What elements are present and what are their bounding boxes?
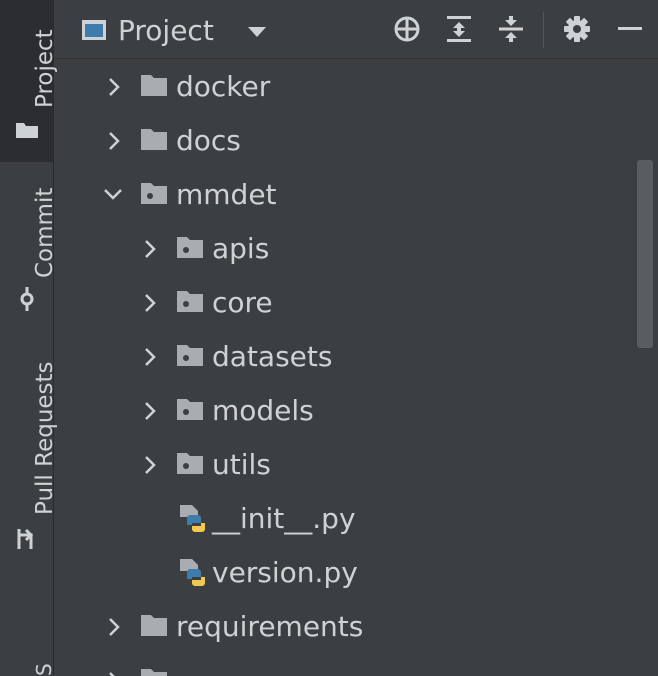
tree-node-docker[interactable]: docker <box>54 60 634 114</box>
tree-node-label: __init__.py <box>212 502 356 535</box>
tree-node-label: datasets <box>212 340 333 373</box>
settings-button[interactable] <box>558 0 596 58</box>
pull-request-icon <box>17 528 34 549</box>
tree-node-utils[interactable]: utils <box>54 438 634 492</box>
tree-node-models[interactable]: models <box>54 384 634 438</box>
expand-all-icon <box>447 16 471 42</box>
tree-node-mmdet[interactable]: mmdet <box>54 168 634 222</box>
select-opened-file-button[interactable] <box>388 0 426 58</box>
folder-icon <box>141 669 167 676</box>
tree-node-init-py[interactable]: __init__.py <box>54 492 634 546</box>
collapse-all-button[interactable] <box>492 0 530 58</box>
vertical-scrollbar[interactable] <box>637 160 653 348</box>
tree-node-docs[interactable]: docs <box>54 114 634 168</box>
commit-icon <box>20 287 34 311</box>
tool-tab-project[interactable]: Project <box>0 0 58 162</box>
tree-node-label: apis <box>212 232 270 265</box>
tree-node-label: requirements <box>176 610 364 643</box>
chevron-right-icon[interactable] <box>104 600 126 654</box>
tree-node-label: docs <box>176 124 241 157</box>
folder-icon <box>141 129 167 150</box>
tool-tab-pull-requests[interactable]: Pull Requests <box>0 340 58 555</box>
tree-node-partial[interactable] <box>54 654 634 676</box>
panel-title[interactable]: Project <box>118 14 214 47</box>
tool-tab-structure[interactable]: S <box>0 655 53 676</box>
tree-node-label: models <box>212 394 314 427</box>
package-folder-icon <box>177 345 203 366</box>
tree-node-apis[interactable]: apis <box>54 222 634 276</box>
chevron-right-icon[interactable] <box>140 438 162 492</box>
tree-node-label: docker <box>176 70 271 103</box>
tree-node-version-py[interactable]: version.py <box>54 546 634 600</box>
tool-window-strip: Project Commit Pull Requests S <box>0 0 58 676</box>
package-folder-icon <box>177 453 203 474</box>
package-folder-icon <box>141 183 167 204</box>
header-divider <box>543 12 544 48</box>
crosshair-icon <box>394 16 420 42</box>
chevron-right-icon[interactable] <box>104 60 126 114</box>
tool-tab-commit[interactable]: Commit <box>0 170 58 320</box>
folder-icon <box>141 75 167 96</box>
tree-node-label: version.py <box>212 556 358 589</box>
project-tree: docker docs mmdet apis core datasets mod… <box>54 59 658 676</box>
package-folder-icon <box>177 237 203 258</box>
expand-all-button[interactable] <box>440 0 478 58</box>
folder-icon <box>16 123 38 138</box>
chevron-right-icon[interactable] <box>140 384 162 438</box>
collapse-all-icon <box>499 16 523 42</box>
python-file-icon <box>180 505 205 532</box>
minimize-icon <box>618 27 642 30</box>
tool-tab-structure-label: S <box>32 663 53 676</box>
folder-icon <box>141 615 167 636</box>
chevron-down-icon[interactable] <box>248 27 266 37</box>
python-file-icon <box>180 559 205 586</box>
project-panel-header: Project <box>54 0 658 59</box>
tree-node-datasets[interactable]: datasets <box>54 330 634 384</box>
chevron-right-icon[interactable] <box>140 222 162 276</box>
chevron-right-icon[interactable] <box>140 276 162 330</box>
tree-node-label: mmdet <box>176 178 277 211</box>
hide-panel-button[interactable] <box>611 0 649 58</box>
tree-node-requirements[interactable]: requirements <box>54 600 634 654</box>
package-folder-icon <box>177 291 203 312</box>
package-folder-icon <box>177 399 203 420</box>
chevron-down-icon[interactable] <box>102 168 124 222</box>
project-view-icon <box>82 20 106 40</box>
chevron-right-icon[interactable] <box>140 330 162 384</box>
chevron-right-icon[interactable] <box>104 654 126 676</box>
gear-icon <box>564 16 590 42</box>
tree-node-core[interactable]: core <box>54 276 634 330</box>
tree-node-label: core <box>212 286 273 319</box>
tree-node-label: utils <box>212 448 271 481</box>
chevron-right-icon[interactable] <box>104 114 126 168</box>
